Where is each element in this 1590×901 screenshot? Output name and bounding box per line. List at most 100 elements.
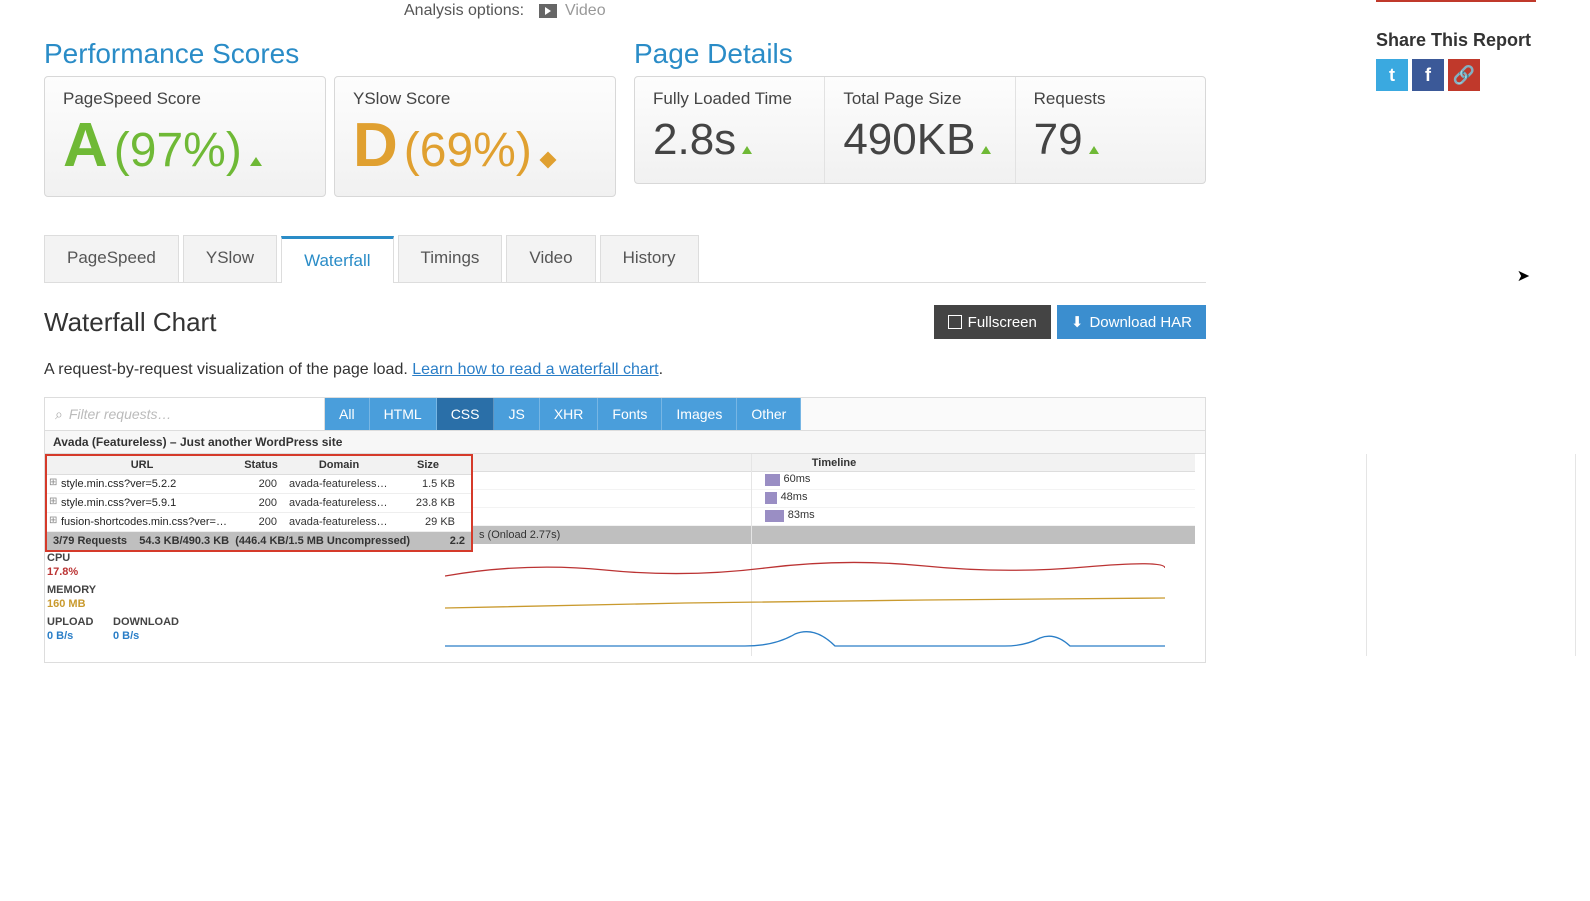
timeline-bar <box>765 474 779 486</box>
yslow-label: YSlow Score <box>353 89 597 109</box>
filter-js-button[interactable]: JS <box>494 398 539 430</box>
tab-timings[interactable]: Timings <box>398 235 503 282</box>
row-domain: avada-featureless.mi… <box>285 494 393 512</box>
share-report-title: Share This Report <box>1376 30 1546 51</box>
table-row[interactable]: style.min.css?ver=5.2.2200avada-featurel… <box>47 475 471 494</box>
analysis-video[interactable]: Video <box>565 2 606 19</box>
waterfall-left-highlight: URL Status Domain Size style.min.css?ver… <box>45 454 473 552</box>
memory-value: 160 MB <box>47 598 86 610</box>
cpu-sparkline <box>445 556 1165 580</box>
row-size: 29 KB <box>393 513 463 531</box>
perf-strip: CPU 17.8% MEMORY 160 MB UPLOAD DOWNLOAD … <box>45 552 1205 662</box>
filter-other-button[interactable]: Other <box>737 398 801 430</box>
timeline-time-label: 48ms <box>781 491 808 503</box>
share-link-button[interactable]: 🔗 <box>1448 59 1480 91</box>
waterfall-description: A request-by-request visualization of th… <box>44 361 1206 379</box>
summary-uncompressed: (446.4 KB/1.5 MB Uncompressed) <box>235 535 410 547</box>
cpu-label: CPU <box>47 552 70 564</box>
summary-time: 2.2 <box>450 535 465 547</box>
row-domain: avada-featureless.mi… <box>285 475 393 493</box>
fullscreen-icon <box>948 315 962 329</box>
cpu-value: 17.8% <box>47 566 78 578</box>
row-size: 1.5 KB <box>393 475 463 493</box>
trend-up-icon <box>1089 146 1099 154</box>
analysis-options: Analysis options: Video <box>44 0 1206 38</box>
size-value: 490KB <box>843 115 975 164</box>
download-har-button[interactable]: Download HAR <box>1057 305 1206 339</box>
memory-label: MEMORY <box>47 584 96 596</box>
trend-neutral-icon <box>539 152 556 169</box>
tab-history[interactable]: History <box>600 235 699 282</box>
timeline-gridline <box>1366 454 1367 656</box>
loaded-label: Fully Loaded Time <box>653 89 806 109</box>
timeline-gridline <box>1575 454 1576 656</box>
download-label: DOWNLOAD <box>113 616 179 628</box>
twitter-icon: t <box>1389 65 1395 86</box>
filter-requests-input[interactable] <box>69 398 314 430</box>
wf-desc-dot: . <box>659 361 663 378</box>
share-twitter-button[interactable]: t <box>1376 59 1408 91</box>
trend-up-icon <box>742 146 752 154</box>
filter-fonts-button[interactable]: Fonts <box>598 398 662 430</box>
search-icon: ⌕ <box>55 406 63 423</box>
filter-html-button[interactable]: HTML <box>370 398 437 430</box>
filter-images-button[interactable]: Images <box>662 398 737 430</box>
yslow-pct: (69%) <box>404 123 532 178</box>
col-status[interactable]: Status <box>237 456 285 474</box>
table-row[interactable]: fusion-shortcodes.min.css?ver=…200avada-… <box>47 513 471 532</box>
timeline-row: 60ms <box>473 472 1195 490</box>
filter-all-button[interactable]: All <box>325 398 370 430</box>
tab-video[interactable]: Video <box>506 235 595 282</box>
download-label: Download HAR <box>1089 314 1192 331</box>
timeline-row: 48ms <box>473 490 1195 508</box>
row-url: style.min.css?ver=5.2.2 <box>47 475 237 493</box>
pagespeed-card: PageSpeed Score A (97%) <box>44 76 326 197</box>
table-row[interactable]: style.min.css?ver=5.9.1200avada-featurel… <box>47 494 471 513</box>
timeline-time-label: 83ms <box>788 509 815 521</box>
timeline-header: Timeline <box>473 454 1195 472</box>
memory-sparkline <box>445 590 1165 614</box>
waterfall-filter-bar: ⌕ AllHTMLCSSJSXHRFontsImagesOther <box>44 397 1206 431</box>
link-icon: 🔗 <box>1453 65 1475 86</box>
summary-onload: s (Onload 2.77s) <box>479 529 560 541</box>
fullscreen-button[interactable]: Fullscreen <box>934 305 1051 339</box>
tab-pagespeed[interactable]: PageSpeed <box>44 235 179 282</box>
col-url[interactable]: URL <box>47 456 237 474</box>
size-label: Total Page Size <box>843 89 996 109</box>
waterfall-summary: 3/79 Requests 54.3 KB/490.3 KB (446.4 KB… <box>47 532 471 550</box>
bandwidth-sparkline <box>445 624 1165 648</box>
learn-waterfall-link[interactable]: Learn how to read a waterfall chart <box>412 361 658 378</box>
waterfall-table-head: URL Status Domain Size <box>47 456 471 475</box>
tab-waterfall[interactable]: Waterfall <box>281 236 393 283</box>
row-url: fusion-shortcodes.min.css?ver=… <box>47 513 237 531</box>
analysis-label: Analysis options: <box>404 2 524 19</box>
yslow-card: YSlow Score D (69%) <box>334 76 616 197</box>
share-facebook-button[interactable]: f <box>1412 59 1444 91</box>
trend-up-icon <box>250 157 262 166</box>
download-value: 0 B/s <box>113 630 139 642</box>
page-details-card: Fully Loaded Time 2.8s Total Page Size 4… <box>634 76 1206 184</box>
upload-label: UPLOAD <box>47 616 93 628</box>
trend-up-icon <box>981 146 991 154</box>
row-url: style.min.css?ver=5.9.1 <box>47 494 237 512</box>
cursor-icon: ➤ <box>1517 266 1530 286</box>
col-domain[interactable]: Domain <box>285 456 393 474</box>
timeline-row: 83ms <box>473 508 1195 526</box>
row-status: 200 <box>237 475 285 493</box>
site-title: Avada (Featureless) – Just another WordP… <box>45 431 1205 454</box>
col-size[interactable]: Size <box>393 456 463 474</box>
wf-desc-text: A request-by-request visualization of th… <box>44 361 412 378</box>
upload-value: 0 B/s <box>47 630 73 642</box>
filter-css-button[interactable]: CSS <box>437 398 495 430</box>
requests-value: 79 <box>1034 115 1083 164</box>
sidebar-red-bar <box>1376 0 1536 2</box>
loaded-value: 2.8s <box>653 115 736 164</box>
row-status: 200 <box>237 513 285 531</box>
yslow-grade: D <box>353 115 398 177</box>
tab-yslow[interactable]: YSlow <box>183 235 277 282</box>
row-domain: avada-featureless.mi… <box>285 513 393 531</box>
pagespeed-pct: (97%) <box>114 123 242 178</box>
filter-xhr-button[interactable]: XHR <box>540 398 599 430</box>
download-icon <box>1071 313 1084 331</box>
requests-label: Requests <box>1034 89 1187 109</box>
